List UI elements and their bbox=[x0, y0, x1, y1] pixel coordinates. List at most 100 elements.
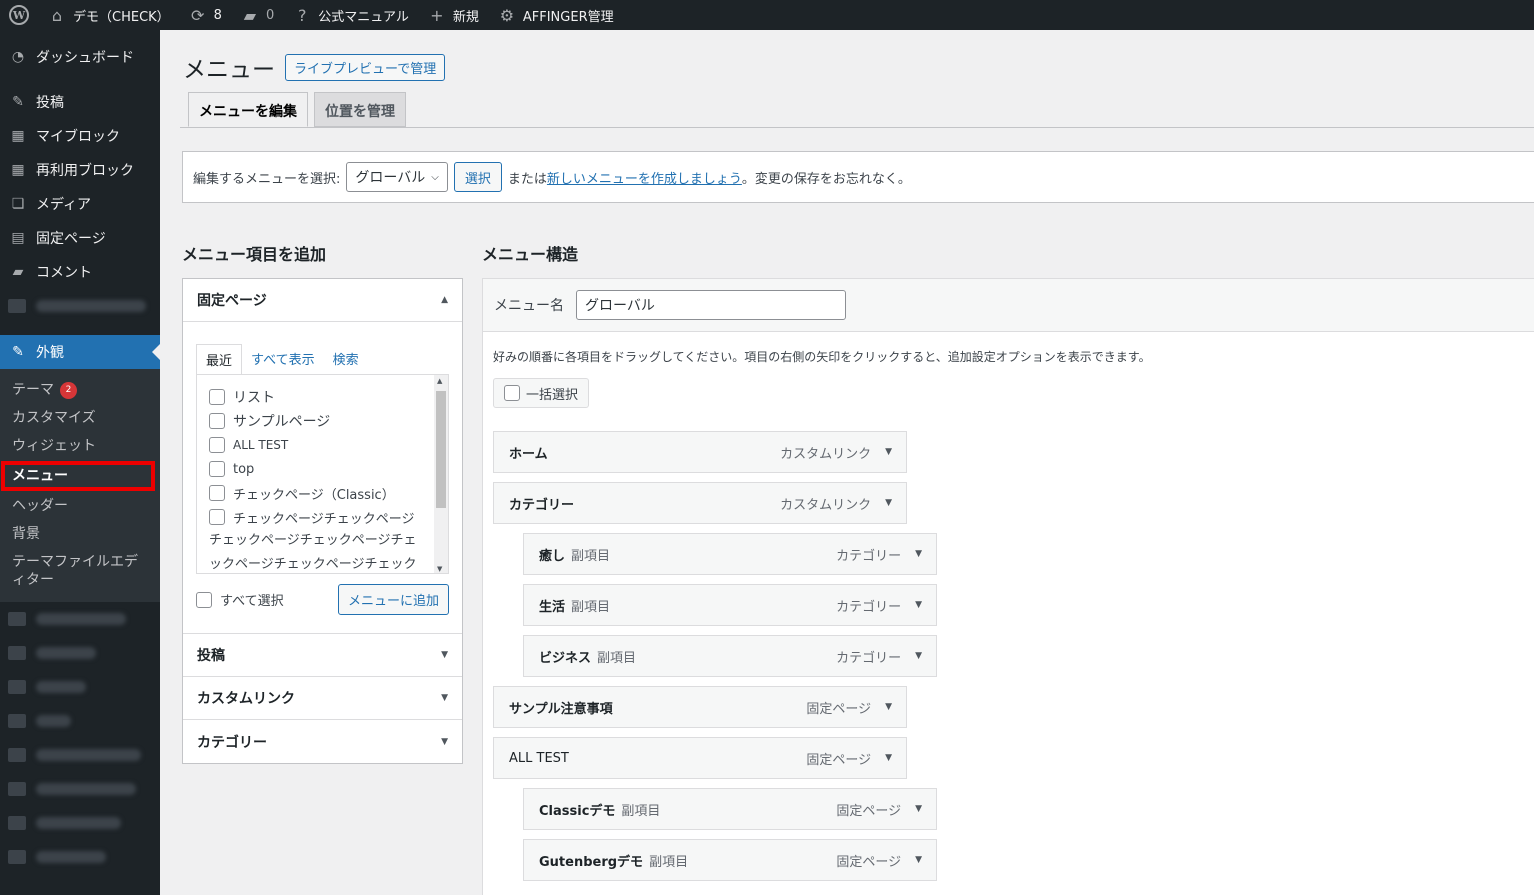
subtab-search[interactable]: 検索 bbox=[324, 344, 368, 375]
affinger-link[interactable]: ⚙ AFFINGER管理 bbox=[488, 0, 623, 30]
sidebar-item-blurred[interactable] bbox=[0, 289, 160, 323]
sidebar-item-blurred[interactable] bbox=[0, 738, 160, 772]
menu-item[interactable]: 生活 副項目 カテゴリー ▼ bbox=[523, 584, 937, 626]
add-to-menu-button[interactable]: メニューに追加 bbox=[337, 584, 449, 615]
scrollbar-thumb[interactable] bbox=[436, 391, 446, 508]
submenu-theme-editor[interactable]: テーマファイルエディター bbox=[0, 548, 160, 594]
menu-name-input[interactable]: グローバル bbox=[576, 290, 846, 320]
menu-select[interactable]: グローバル ⌵ bbox=[346, 162, 448, 192]
sidebar-item-media[interactable]: ❏ メディア bbox=[0, 187, 160, 221]
sidebar-item-blurred[interactable] bbox=[0, 602, 160, 636]
menu-item[interactable]: サンプル注意事項 固定ページ ▼ bbox=[493, 686, 907, 728]
submenu-header[interactable]: ヘッダー bbox=[0, 492, 160, 520]
submenu-widgets[interactable]: ウィジェット bbox=[0, 432, 160, 460]
blurred-icon bbox=[8, 782, 26, 796]
new-content-link[interactable]: + 新規 bbox=[418, 0, 488, 30]
checkbox[interactable] bbox=[209, 485, 225, 501]
menu-item[interactable]: Gutenbergデモ 副項目 固定ページ ▼ bbox=[523, 839, 937, 881]
caret-down-icon[interactable]: ▼ bbox=[915, 549, 922, 559]
menu-item-type-label: カテゴリー bbox=[836, 650, 902, 666]
menu-item[interactable]: 癒し 副項目 カテゴリー ▼ bbox=[523, 533, 937, 575]
select-all-label[interactable]: すべて選択 bbox=[196, 590, 284, 609]
sidebar-item-dashboard[interactable]: ◔ ダッシュボード bbox=[0, 40, 160, 74]
list-item-label: チェックページ（Classic） bbox=[233, 487, 395, 503]
list-item[interactable]: チェックページ（Classic） bbox=[209, 481, 448, 505]
tab-manage-locations[interactable]: 位置を管理 bbox=[314, 92, 406, 127]
caret-down-icon[interactable]: ▼ bbox=[915, 855, 922, 865]
caret-down-icon[interactable]: ▼ bbox=[885, 447, 892, 457]
menu-item[interactable]: Classicデモ 副項目 固定ページ ▼ bbox=[523, 788, 937, 830]
updates-link[interactable]: ⟳ 8 bbox=[179, 0, 231, 30]
menu-item-type: カスタムリンク ▼ bbox=[780, 494, 892, 513]
brush-icon: ✎ bbox=[12, 344, 24, 360]
scroll-down-icon[interactable]: ▼ bbox=[437, 565, 442, 573]
checkbox[interactable] bbox=[209, 437, 225, 453]
list-scrollbar[interactable]: ▲ ▼ bbox=[434, 375, 448, 573]
create-menu-link[interactable]: 新しいメニューを作成しましょう bbox=[547, 168, 742, 187]
checkbox[interactable] bbox=[209, 509, 225, 525]
submenu-customize[interactable]: カスタマイズ bbox=[0, 404, 160, 432]
sidebar-item-reusable-blocks[interactable]: ▦ 再利用ブロック bbox=[0, 153, 160, 187]
menu-item[interactable]: ALL TEST 固定ページ ▼ bbox=[493, 737, 907, 779]
subtab-view-all[interactable]: すべて表示 bbox=[242, 344, 324, 375]
panel-categories-header[interactable]: カテゴリー ▼ bbox=[183, 720, 462, 763]
panel-custom-links-header[interactable]: カスタムリンク ▼ bbox=[183, 677, 462, 720]
sidebar-item-blurred[interactable] bbox=[0, 670, 160, 704]
manual-link[interactable]: ? 公式マニュアル bbox=[283, 0, 418, 30]
blurred-icon bbox=[8, 714, 26, 728]
wp-logo-button[interactable]: W bbox=[0, 0, 38, 30]
checkbox[interactable] bbox=[209, 413, 225, 429]
menu-item[interactable]: ホーム カスタムリンク ▼ bbox=[493, 431, 907, 473]
menu-structure-title: メニュー構造 bbox=[482, 245, 579, 264]
sidebar-item-pages[interactable]: ▤ 固定ページ bbox=[0, 221, 160, 255]
sidebar-item-blurred[interactable] bbox=[0, 840, 160, 874]
blurred-icon bbox=[8, 850, 26, 864]
scroll-up-icon[interactable]: ▲ bbox=[437, 377, 442, 385]
checkbox[interactable] bbox=[209, 461, 225, 477]
sidebar-item-blurred[interactable] bbox=[0, 772, 160, 806]
sidebar-item-blurred[interactable] bbox=[0, 636, 160, 670]
checkbox[interactable] bbox=[209, 389, 225, 405]
sidebar-item-label: メディア bbox=[36, 197, 92, 213]
caret-down-icon[interactable]: ▼ bbox=[885, 498, 892, 508]
sidebar-item-myblocks[interactable]: ▦ マイブロック bbox=[0, 119, 160, 153]
subtab-recent[interactable]: 最近 bbox=[196, 344, 243, 375]
menu-item[interactable]: カテゴリー カスタムリンク ▼ bbox=[493, 482, 907, 524]
list-item[interactable]: top bbox=[209, 457, 448, 481]
submenu-background[interactable]: 背景 bbox=[0, 520, 160, 548]
list-item[interactable]: チェックページチェックページ bbox=[209, 505, 448, 529]
caret-down-icon[interactable]: ▼ bbox=[885, 753, 892, 763]
panel-posts-header[interactable]: 投稿 ▼ bbox=[183, 634, 462, 677]
select-button[interactable]: 選択 bbox=[453, 162, 502, 192]
bulk-select-label: 一括選択 bbox=[526, 387, 579, 403]
main-content: メニュー ライブプレビューで管理 メニューを編集 位置を管理 編集するメニューを… bbox=[160, 30, 1534, 895]
submenu-themes[interactable]: テーマ 2 bbox=[0, 376, 160, 404]
bulk-select-toggle[interactable]: 一括選択 bbox=[493, 378, 590, 408]
sidebar-item-blurred[interactable] bbox=[0, 806, 160, 840]
list-item[interactable]: サンプルページ bbox=[209, 409, 448, 433]
panel-pages-header[interactable]: 固定ページ ▲ bbox=[183, 279, 462, 322]
sidebar-item-posts[interactable]: ✎ 投稿 bbox=[0, 85, 160, 119]
sidebar-item-blurred[interactable] bbox=[0, 704, 160, 738]
caret-down-icon[interactable]: ▼ bbox=[915, 600, 922, 610]
tab-edit-menus[interactable]: メニューを編集 bbox=[188, 92, 308, 127]
help-icon: ? bbox=[297, 5, 307, 25]
pages-listbox: リスト サンプルページ ALL TEST top チェックページ（Classic… bbox=[196, 374, 449, 574]
bulk-select-checkbox[interactable] bbox=[504, 385, 520, 401]
sidebar-item-appearance[interactable]: ✎ 外観 bbox=[0, 335, 160, 369]
site-name-link[interactable]: ⌂ デモ（CHECK） bbox=[38, 0, 179, 30]
list-item[interactable]: リスト bbox=[209, 385, 448, 409]
caret-down-icon[interactable]: ▼ bbox=[885, 702, 892, 712]
panel-pages-body: 最近 すべて表示 検索 リスト サンプルページ ALL TEST top チェッ… bbox=[183, 344, 462, 634]
comments-link[interactable]: ▰ 0 bbox=[231, 0, 283, 30]
menu-select-value: グローバル bbox=[355, 170, 426, 186]
live-preview-button[interactable]: ライブプレビューで管理 bbox=[285, 53, 446, 81]
select-all-checkbox[interactable] bbox=[196, 591, 212, 608]
menu-item[interactable]: ビジネス 副項目 カテゴリー ▼ bbox=[523, 635, 937, 677]
blurred-label bbox=[36, 681, 86, 693]
sidebar-item-comments[interactable]: ▰ コメント bbox=[0, 255, 160, 289]
list-item[interactable]: ALL TEST bbox=[209, 433, 448, 457]
caret-down-icon[interactable]: ▼ bbox=[915, 804, 922, 814]
submenu-menus[interactable]: メニュー bbox=[1, 461, 155, 491]
caret-down-icon[interactable]: ▼ bbox=[915, 651, 922, 661]
